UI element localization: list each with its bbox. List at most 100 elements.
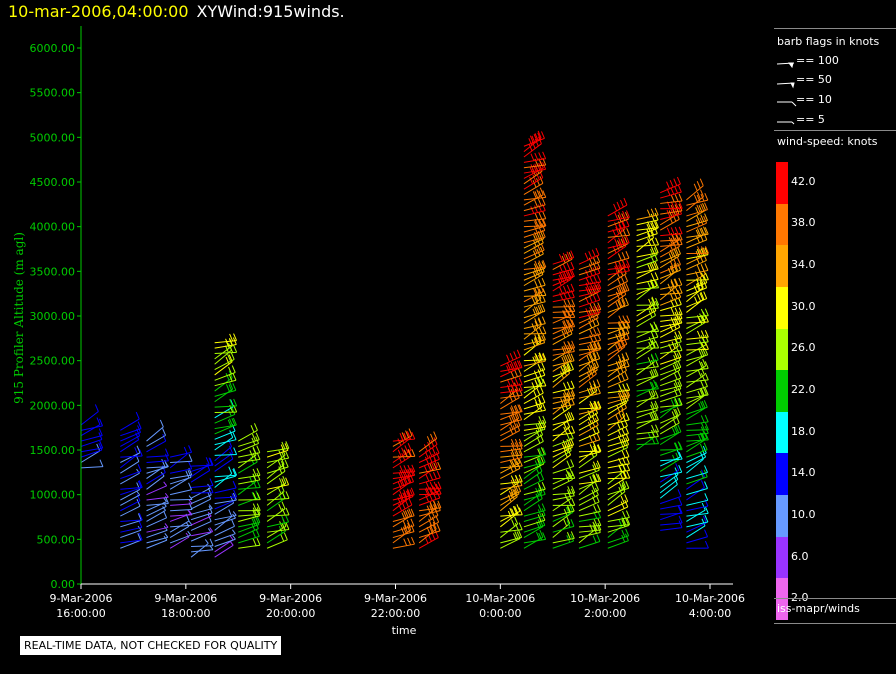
barb-5-icon (777, 121, 795, 125)
wind-barb (607, 456, 630, 469)
barb-legend-title: barb flags in knots (777, 35, 880, 48)
wind-barb (636, 390, 659, 403)
wind-barb (659, 353, 681, 371)
wind-barb (552, 531, 575, 544)
wind-barb (190, 487, 212, 505)
wind-barb (500, 390, 520, 410)
wind-barb (686, 469, 705, 490)
wind-barb (686, 414, 709, 426)
wind-barb (636, 424, 659, 435)
barb-50-label: == 50 (796, 73, 832, 86)
x-tick-time: 16:00:00 (56, 607, 105, 620)
wind-barb (146, 428, 167, 447)
wind-barb (169, 482, 193, 496)
wind-barb (169, 513, 190, 533)
wind-barb (552, 459, 575, 474)
wind-barb (523, 434, 544, 453)
wind-barb (120, 411, 140, 431)
y-tick-label: 3000.00 (30, 310, 76, 323)
wind-barb (120, 425, 142, 442)
wind-barb (578, 383, 598, 404)
x-tick-date: 10-Mar-2006 (570, 592, 640, 605)
y-tick-label: 5500.00 (30, 87, 76, 100)
colorbar-swatch (776, 286, 788, 329)
wind-barb (80, 404, 99, 426)
legend-divider (774, 130, 896, 131)
wind-barb (523, 529, 544, 549)
wind-barb (523, 291, 542, 313)
legend-divider (774, 598, 896, 599)
colorbar-label: 42.0 (791, 174, 816, 188)
wind-barb (636, 308, 656, 328)
colorbar-label: 10.0 (791, 507, 816, 521)
wind-barb (120, 428, 141, 447)
wind-barb (686, 280, 708, 297)
wind-barb (266, 519, 287, 538)
colorbar-swatch (776, 328, 788, 371)
colorbar-label: 26.0 (791, 341, 816, 355)
wind-barb (214, 370, 233, 392)
y-tick-label: 500.00 (37, 533, 76, 546)
x-tick-time: 0:00:00 (479, 607, 521, 620)
wind-barb (659, 320, 681, 338)
wind-barb (636, 303, 657, 322)
data-source-label: iss-mapr/winds (777, 602, 860, 615)
colorbar-swatch (776, 370, 788, 413)
wind-barb (418, 431, 438, 453)
wind-barb (214, 480, 237, 494)
wind-barb (607, 251, 630, 265)
wind-barb (418, 530, 439, 549)
x-tick-time: 2:00:00 (584, 607, 626, 620)
wind-barb (214, 446, 233, 467)
wind-barb (686, 529, 708, 544)
wind-barb (686, 506, 709, 517)
colorbar-label: 14.0 (791, 466, 816, 480)
wind-barb (266, 490, 286, 512)
wind-barb (686, 348, 707, 367)
y-tick-label: 2000.00 (30, 399, 76, 412)
y-tick-label: 3500.00 (30, 265, 76, 278)
wind-barb (80, 443, 101, 463)
wind-barb (660, 277, 683, 290)
wind-barb (660, 381, 682, 397)
wind-barb (686, 358, 707, 378)
wind-barb (660, 489, 682, 505)
x-tick-date: 9-Mar-2006 (259, 592, 322, 605)
y-tick-label: 6000.00 (30, 42, 76, 55)
wind-barb (170, 454, 193, 464)
wind-barb (552, 516, 571, 538)
wind-barb (190, 539, 209, 558)
wind-barb (523, 472, 545, 490)
wind-barb (214, 398, 238, 408)
wind-barb (523, 316, 546, 329)
x-tick-time: 22:00:00 (371, 607, 420, 620)
colorbar-swatch (776, 245, 788, 288)
wind-barb (146, 462, 169, 469)
wind-barb (607, 533, 629, 549)
wind-barb (170, 499, 193, 506)
wind-barb (578, 247, 600, 265)
speed-legend-title: wind-speed: knots (777, 135, 878, 148)
wind-barb (267, 441, 290, 453)
wind-barb (523, 151, 547, 163)
wind-barb (686, 445, 707, 463)
wind-barb (636, 368, 659, 381)
colorbar-swatch (776, 495, 788, 538)
x-tick-date: 10-Mar-2006 (465, 592, 535, 605)
colorbar-label: 22.0 (791, 383, 816, 396)
wind-barb (578, 317, 600, 335)
barb-50-icon (776, 82, 795, 89)
wind-barb (120, 432, 140, 453)
wind-barb (80, 428, 103, 442)
quality-notice: REAL-TIME DATA, NOT CHECKED FOR QUALITY (20, 636, 282, 655)
wind-barb (607, 197, 628, 217)
barb-legend-icons (776, 62, 797, 125)
legend-divider (774, 28, 896, 29)
colorbar-swatch (776, 453, 788, 496)
x-tick-date: 9-Mar-2006 (50, 592, 113, 605)
wind-barb (686, 372, 709, 383)
x-tick-time: 18:00:00 (161, 607, 210, 620)
legend-divider (774, 623, 896, 624)
wind-barb (237, 454, 258, 474)
y-tick-label: 1500.00 (30, 444, 76, 457)
